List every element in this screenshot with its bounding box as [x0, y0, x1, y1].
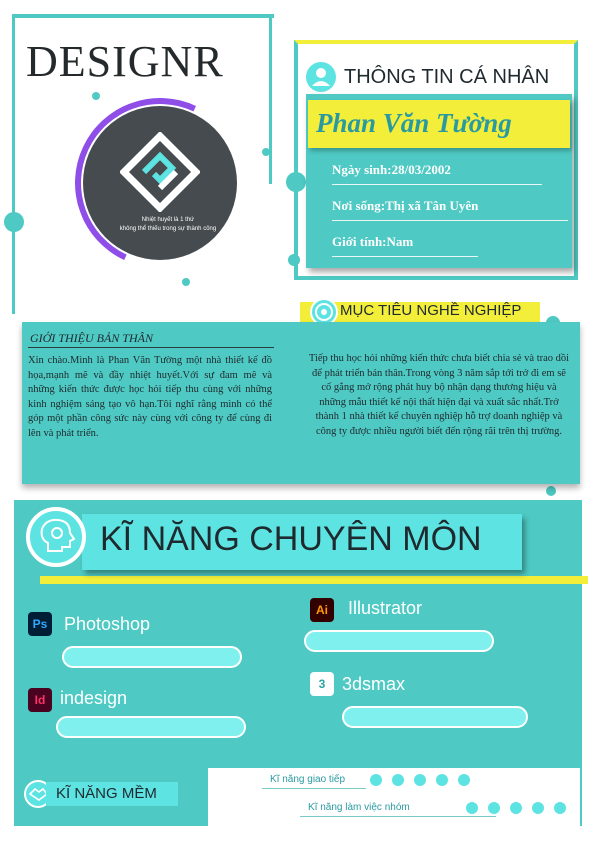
logo-tagline-line: không thể thiếu trong sự thành công [119, 226, 217, 232]
birth-date: Ngày sinh:28/03/2002 [332, 162, 451, 177]
photoshop-icon: Ps [28, 612, 52, 636]
rating-dot [392, 774, 404, 786]
logo: Nhiệt huyết là 1 thứ không thể thiếu tro… [51, 74, 269, 292]
rating-dot [554, 802, 566, 814]
rating-dot [466, 802, 478, 814]
user-icon [306, 62, 336, 92]
soft-skill-label: Kĩ năng làm việc nhóm [308, 802, 410, 813]
soft-skill-rating [370, 774, 480, 788]
skills-yellow-band [40, 576, 588, 584]
rating-dot [458, 774, 470, 786]
residence: Nơi sống:Thị xã Tân Uyên [332, 198, 479, 213]
divider [332, 220, 568, 221]
rating-dot [510, 802, 522, 814]
full-name: Phan Văn Tường [316, 108, 512, 138]
divider [262, 788, 366, 789]
logo-mark-icon [120, 132, 200, 212]
skill-bar [56, 716, 246, 738]
left-frame-line [12, 14, 15, 314]
brand-title: DESIGNR [26, 37, 224, 86]
soft-skill-rating [466, 802, 576, 816]
skill-label: indesign [60, 688, 128, 708]
rating-dot [370, 774, 382, 786]
intro-heading: GIỚI THIỆU BẢN THÂN [30, 331, 153, 345]
career-goal-text: Tiếp thu học hỏi những kiến thức chưa bi… [308, 353, 570, 437]
3dsmax-icon: 3 [310, 672, 334, 696]
divider [332, 184, 542, 185]
top-frame-line [12, 14, 274, 18]
skill-bar [304, 630, 494, 652]
rating-dot [414, 774, 426, 786]
soft-skill-label: Kĩ năng giao tiếp [270, 774, 346, 785]
decor-dot [4, 212, 24, 232]
intro-text: Xin chào.Mình là Phan Văn Tường một nhà … [28, 355, 272, 439]
brain-gear-icon [26, 507, 86, 567]
logo-circle: Nhiệt huyết là 1 thứ không thể thiếu tro… [83, 106, 237, 260]
career-goal-heading: MỤC TIÊU NGHỀ NGHIỆP [340, 302, 522, 319]
rating-dot [436, 774, 448, 786]
personal-info-heading: THÔNG TIN CÁ NHÂN [344, 66, 550, 88]
logo-tagline: Nhiệt huyết là 1 thứ không thể thiếu tro… [101, 216, 235, 234]
skill-label: Illustrator [348, 598, 423, 618]
divider [300, 816, 496, 817]
right-frame-line [269, 14, 272, 184]
skill-label: Photoshop [64, 614, 151, 634]
skill-bar [62, 646, 242, 668]
gender: Giới tính:Nam [332, 234, 414, 249]
rating-dot [488, 802, 500, 814]
logo-tagline-line: Nhiệt huyết là 1 thứ [141, 217, 195, 223]
soft-skills-heading: KĨ NĂNG MỀM [56, 785, 157, 802]
illustrator-icon: Ai [310, 598, 334, 622]
indesign-icon: Id [28, 688, 52, 712]
decor-dot [262, 148, 270, 156]
intro-heading-underline [28, 347, 274, 348]
rating-dot [532, 802, 544, 814]
decor-dot [182, 278, 190, 286]
skill-label: 3dsmax [342, 674, 406, 694]
skills-heading: KĨ NĂNG CHUYÊN MÔN [100, 520, 482, 558]
skill-bar [342, 706, 528, 728]
decor-dot [546, 486, 556, 496]
divider [332, 256, 478, 257]
